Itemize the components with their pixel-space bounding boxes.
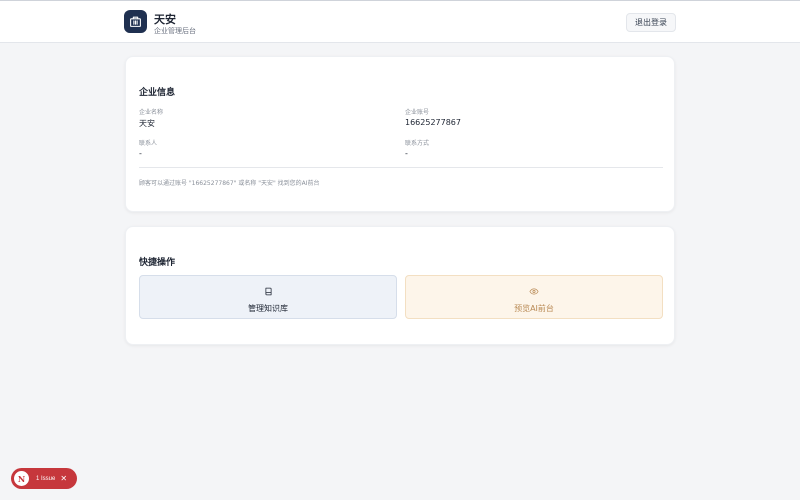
enterprise-info-title: 企业信息 [139,88,176,98]
issue-count-text: 1 Issue [36,475,56,482]
top-bar: 天安 企业管理后台 退出登录 [0,0,800,43]
logout-button[interactable]: 退出登录 [626,13,676,32]
close-icon[interactable]: ✕ [60,474,67,483]
enterprise-name-label: 企业名称 [139,109,164,116]
contact-method-label: 联系方式 [405,140,430,147]
book-icon [264,281,273,300]
enterprise-name-value: 天安 [139,119,155,128]
eye-icon [529,281,539,300]
contact-label: 联系人 [139,140,158,147]
discovery-note: 顾客可以通过账号 "16625277867" 或名称 "天安" 找到您的AI前台 [139,180,320,187]
divider [139,167,663,168]
preview-ai-frontdesk-button[interactable]: 预览AI前台 [405,275,663,319]
building-icon [124,10,147,33]
contact-value: - [139,149,142,158]
enterprise-account-label: 企业账号 [405,109,430,116]
manage-knowledge-base-label: 管理知识库 [248,303,288,313]
enterprise-account-value: 16625277867 [405,118,461,127]
nextjs-logo-icon: N [14,471,29,486]
brand-subtitle: 企业管理后台 [154,27,196,35]
quick-actions-title: 快捷操作 [139,258,176,268]
brand-title: 天安 [154,13,176,26]
contact-method-value: - [405,149,408,158]
quick-actions-card: 快捷操作 管理知识库 预览AI前台 [125,226,675,345]
dev-issues-badge[interactable]: N 1 Issue ✕ [11,468,77,489]
manage-knowledge-base-button[interactable]: 管理知识库 [139,275,397,319]
preview-ai-frontdesk-label: 预览AI前台 [514,303,554,313]
enterprise-info-card: 企业信息 企业名称 天安 企业账号 16625277867 联系人 - 联系方式… [125,56,675,212]
